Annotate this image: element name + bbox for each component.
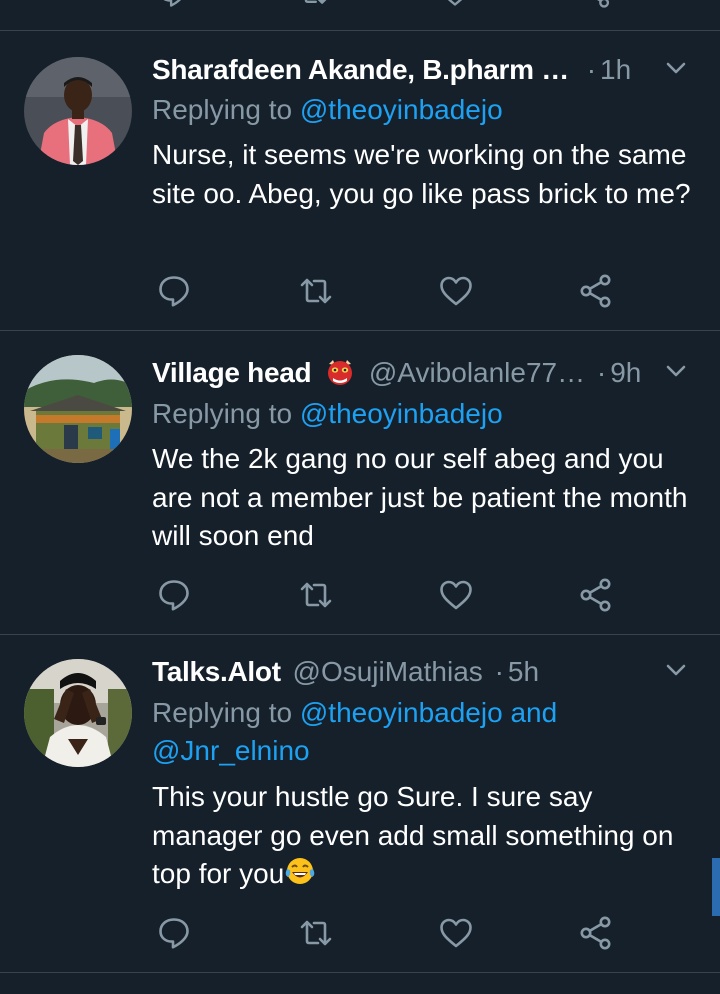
mention-link-2[interactable]: @Jnr_elnino bbox=[152, 735, 310, 766]
reply-icon[interactable] bbox=[154, 0, 190, 12]
tweet-header: Sharafdeen Akande, B.pharm … · 1h bbox=[152, 52, 696, 88]
tweet-header: Talks.Alot @OsujiMathias · 5h bbox=[152, 654, 696, 690]
scrollbar-thumb[interactable] bbox=[712, 858, 720, 916]
tweet-text-content: This your hustle go Sure. I sure say man… bbox=[152, 781, 674, 889]
tweet-village-head[interactable]: Village head @Avibolanle77… · 9h Replying… bbox=[0, 331, 720, 635]
chevron-down-icon[interactable] bbox=[662, 656, 690, 684]
share-icon[interactable] bbox=[576, 575, 616, 615]
tweet-actions bbox=[152, 575, 622, 615]
separator-dot: · bbox=[494, 656, 504, 687]
share-icon[interactable] bbox=[578, 0, 614, 12]
replying-to: Replying to @theoyinbadejo bbox=[152, 91, 690, 129]
retweet-icon[interactable] bbox=[296, 0, 332, 12]
mention-link[interactable]: @theoyinbadejo bbox=[300, 398, 503, 429]
user-handle[interactable]: @OsujiMathias bbox=[293, 656, 483, 687]
replying-to-label: Replying to bbox=[152, 398, 300, 429]
replying-to-label: Replying to bbox=[152, 94, 300, 125]
share-icon[interactable] bbox=[576, 271, 616, 311]
reply-icon[interactable] bbox=[154, 913, 194, 953]
avatar[interactable] bbox=[24, 57, 132, 165]
tweet-text: Nurse, it seems we're working on the sam… bbox=[152, 139, 691, 209]
timeline: Sharafdeen Akande, B.pharm … · 1h Replyin… bbox=[0, 0, 720, 994]
display-name[interactable]: Village head bbox=[152, 357, 312, 388]
display-name[interactable]: Sharafdeen Akande, B.pharm … bbox=[152, 54, 569, 85]
share-icon[interactable] bbox=[576, 913, 616, 953]
tweet-actions bbox=[152, 913, 622, 953]
tweet-sharafdeen[interactable]: Sharafdeen Akande, B.pharm … · 1h Replyin… bbox=[0, 31, 720, 331]
tweet-text: This your hustle go Sure. I sure say man… bbox=[152, 778, 694, 894]
replying-to: Replying to @theoyinbadejo bbox=[152, 395, 690, 433]
heart-icon[interactable] bbox=[436, 575, 476, 615]
separator-dot: · bbox=[586, 54, 597, 85]
user-handle[interactable]: @Avibolanle77… bbox=[369, 357, 585, 388]
chevron-down-icon[interactable] bbox=[662, 54, 690, 82]
avatar[interactable] bbox=[24, 355, 132, 463]
tweet-header: Village head @Avibolanle77… · 9h bbox=[152, 355, 696, 391]
tweet-text: We the 2k gang no our self abeg and you … bbox=[152, 443, 688, 551]
tweet-actions bbox=[152, 271, 622, 311]
display-name[interactable]: Talks.Alot bbox=[152, 656, 281, 687]
replying-to-label: Replying to bbox=[152, 697, 300, 728]
separator-dot: · bbox=[596, 357, 607, 388]
retweet-icon[interactable] bbox=[296, 913, 336, 953]
reply-icon[interactable] bbox=[154, 575, 194, 615]
tweet-talks-alot[interactable]: Talks.Alot @OsujiMathias · 5h Replying to… bbox=[0, 635, 720, 973]
mention-link[interactable]: @theoyinbadejo bbox=[300, 94, 503, 125]
mention-link[interactable]: @theoyinbadejo and bbox=[300, 697, 557, 728]
retweet-icon[interactable] bbox=[296, 575, 336, 615]
timestamp[interactable]: 1h bbox=[600, 54, 631, 85]
timestamp[interactable]: 5h bbox=[508, 656, 539, 687]
tears-of-joy-emoji bbox=[286, 858, 315, 884]
retweet-icon[interactable] bbox=[296, 271, 336, 311]
timestamp[interactable]: 9h bbox=[610, 357, 641, 388]
heart-icon[interactable] bbox=[436, 913, 476, 953]
reply-icon[interactable] bbox=[154, 271, 194, 311]
previous-tweet-actions bbox=[0, 0, 720, 31]
chevron-down-icon[interactable] bbox=[662, 357, 690, 385]
avatar[interactable] bbox=[24, 659, 132, 767]
heart-icon[interactable] bbox=[437, 0, 473, 12]
heart-icon[interactable] bbox=[436, 271, 476, 311]
red-ogre-emoji bbox=[328, 360, 353, 385]
replying-to: Replying to @theoyinbadejo and @Jnr_elni… bbox=[152, 694, 690, 770]
